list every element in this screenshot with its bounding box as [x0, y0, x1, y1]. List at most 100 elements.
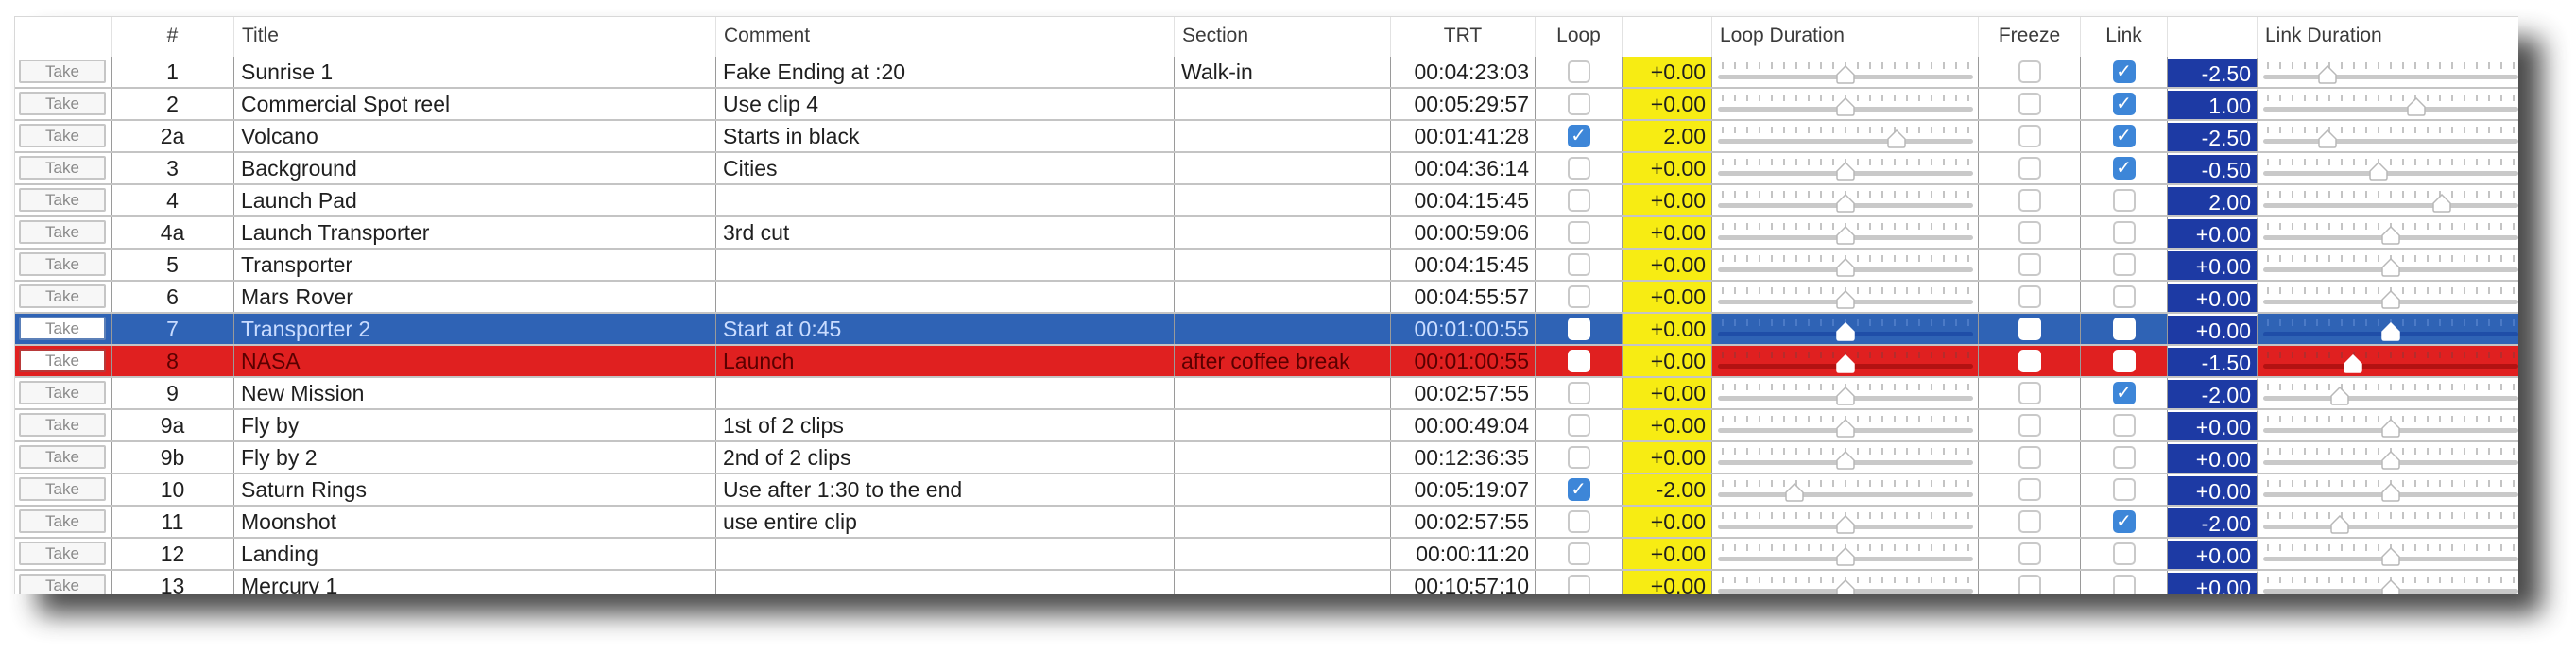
- loop-checkbox[interactable]: [1567, 414, 1590, 437]
- table-row[interactable]: Take 4 Launch Pad 00:04:15:45 +0.00 2.00: [15, 185, 2518, 217]
- slider-knob[interactable]: [2380, 322, 2401, 341]
- link-value-cell[interactable]: +0.00: [2168, 571, 2258, 594]
- take-button[interactable]: Take: [19, 92, 106, 115]
- slider-knob[interactable]: [1835, 194, 1856, 213]
- link-duration-slider[interactable]: [2258, 217, 2518, 248]
- slider-knob[interactable]: [2380, 419, 2401, 438]
- link-value-cell[interactable]: +0.00: [2168, 442, 2258, 473]
- link-value-cell[interactable]: -2.50: [2168, 57, 2258, 87]
- take-button[interactable]: Take: [19, 252, 106, 276]
- slider-knob[interactable]: [2329, 387, 2350, 405]
- slider-track[interactable]: [2263, 107, 2518, 112]
- link-value-cell[interactable]: -0.50: [2168, 153, 2258, 183]
- link-checkbox[interactable]: [2112, 478, 2136, 501]
- loop-value-cell[interactable]: +0.00: [1623, 89, 1712, 119]
- loop-checkbox[interactable]: [1567, 350, 1590, 372]
- freeze-checkbox[interactable]: [2018, 478, 2041, 501]
- loop-checkbox[interactable]: ✓: [1567, 478, 1590, 501]
- slider-knob[interactable]: [1835, 387, 1856, 405]
- link-checkbox[interactable]: ✓: [2112, 157, 2136, 180]
- loop-value-cell[interactable]: +0.00: [1623, 314, 1712, 344]
- loop-value-cell[interactable]: +0.00: [1623, 507, 1712, 537]
- link-checkbox[interactable]: [2112, 542, 2136, 565]
- link-value-cell[interactable]: -1.50: [2168, 346, 2258, 376]
- loop-duration-slider[interactable]: [1712, 571, 1979, 594]
- take-button[interactable]: Take: [19, 284, 106, 308]
- col-header-comment[interactable]: Comment: [716, 17, 1175, 57]
- loop-checkbox[interactable]: [1567, 318, 1590, 340]
- slider-track[interactable]: [2263, 396, 2518, 401]
- col-header-trt[interactable]: TRT: [1391, 17, 1536, 57]
- slider-track[interactable]: [2263, 525, 2518, 529]
- slider-knob[interactable]: [1835, 65, 1856, 84]
- table-row[interactable]: Take 9b Fly by 2 2nd of 2 clips 00:12:36:35 +…: [15, 442, 2518, 474]
- table-row[interactable]: Take 3 Background Cities 00:04:36:14 +0.00 ✓ -0…: [15, 153, 2518, 185]
- loop-duration-slider[interactable]: [1712, 410, 1979, 440]
- take-button[interactable]: Take: [19, 124, 106, 147]
- take-button[interactable]: Take: [19, 574, 106, 594]
- freeze-checkbox[interactable]: [2018, 510, 2041, 533]
- link-value-cell[interactable]: +0.00: [2168, 314, 2258, 344]
- slider-track[interactable]: [2263, 364, 2518, 369]
- col-header-loop-duration[interactable]: Loop Duration: [1712, 17, 1979, 57]
- table-row[interactable]: Take 11 Moonshot use entire clip 00:02:57:55…: [15, 507, 2518, 539]
- freeze-checkbox[interactable]: [2018, 189, 2041, 212]
- loop-duration-slider[interactable]: [1712, 217, 1979, 248]
- table-row[interactable]: Take 2 Commercial Spot reel Use clip 4 00:05…: [15, 89, 2518, 121]
- col-header-number[interactable]: #: [112, 17, 234, 57]
- take-button[interactable]: Take: [19, 477, 106, 501]
- slider-knob[interactable]: [2343, 354, 2363, 373]
- link-duration-slider[interactable]: [2258, 442, 2518, 473]
- col-header-link[interactable]: Link: [2081, 17, 2168, 57]
- loop-value-cell[interactable]: +0.00: [1623, 153, 1712, 183]
- loop-checkbox[interactable]: [1567, 157, 1590, 180]
- slider-knob[interactable]: [1835, 97, 1856, 116]
- freeze-checkbox[interactable]: [2018, 350, 2041, 372]
- link-checkbox[interactable]: [2112, 189, 2136, 212]
- loop-checkbox[interactable]: [1567, 189, 1590, 212]
- loop-checkbox[interactable]: [1567, 93, 1590, 115]
- loop-duration-slider[interactable]: [1712, 185, 1979, 215]
- freeze-checkbox[interactable]: [2018, 575, 2041, 594]
- table-row[interactable]: Take 5 Transporter 00:04:15:45 +0.00 +0.00: [15, 250, 2518, 282]
- take-button[interactable]: Take: [19, 60, 106, 83]
- loop-checkbox[interactable]: [1567, 446, 1590, 469]
- link-duration-slider[interactable]: [2258, 314, 2518, 344]
- link-checkbox[interactable]: ✓: [2112, 93, 2136, 115]
- slider-knob[interactable]: [1835, 579, 1856, 594]
- slider-track[interactable]: [2263, 75, 2518, 79]
- loop-value-cell[interactable]: +0.00: [1623, 282, 1712, 312]
- loop-value-cell[interactable]: +0.00: [1623, 539, 1712, 569]
- link-duration-slider[interactable]: [2258, 282, 2518, 312]
- freeze-checkbox[interactable]: [2018, 446, 2041, 469]
- slider-knob[interactable]: [2380, 451, 2401, 470]
- link-duration-slider[interactable]: [2258, 378, 2518, 408]
- link-duration-slider[interactable]: [2258, 250, 2518, 280]
- slider-knob[interactable]: [2380, 483, 2401, 502]
- slider-track[interactable]: [1718, 492, 1973, 497]
- table-row[interactable]: Take 1 Sunrise 1 Fake Ending at :20 Walk-in 0…: [15, 57, 2518, 89]
- table-row[interactable]: Take 7 Transporter 2 Start at 0:45 00:01:00:…: [15, 314, 2518, 346]
- col-header-loop[interactable]: Loop: [1536, 17, 1623, 57]
- link-value-cell[interactable]: -2.00: [2168, 507, 2258, 537]
- slider-track[interactable]: [2263, 139, 2518, 144]
- slider-knob[interactable]: [2368, 162, 2389, 181]
- loop-duration-slider[interactable]: [1712, 539, 1979, 569]
- loop-duration-slider[interactable]: [1712, 282, 1979, 312]
- loop-value-cell[interactable]: +0.00: [1623, 185, 1712, 215]
- link-checkbox[interactable]: [2112, 575, 2136, 594]
- table-row[interactable]: Take 13 Mercury 1 00:10:57:10 +0.00 +0.00: [15, 571, 2518, 594]
- link-checkbox[interactable]: [2112, 253, 2136, 276]
- loop-duration-slider[interactable]: [1712, 346, 1979, 376]
- freeze-checkbox[interactable]: [2018, 414, 2041, 437]
- take-button[interactable]: Take: [19, 349, 106, 372]
- freeze-checkbox[interactable]: [2018, 542, 2041, 565]
- link-value-cell[interactable]: +0.00: [2168, 410, 2258, 440]
- slider-knob[interactable]: [1835, 162, 1856, 181]
- freeze-checkbox[interactable]: [2018, 382, 2041, 404]
- link-value-cell[interactable]: -2.00: [2168, 378, 2258, 408]
- slider-knob[interactable]: [2380, 258, 2401, 277]
- take-button[interactable]: Take: [19, 413, 106, 437]
- take-button[interactable]: Take: [19, 220, 106, 244]
- slider-knob[interactable]: [1835, 258, 1856, 277]
